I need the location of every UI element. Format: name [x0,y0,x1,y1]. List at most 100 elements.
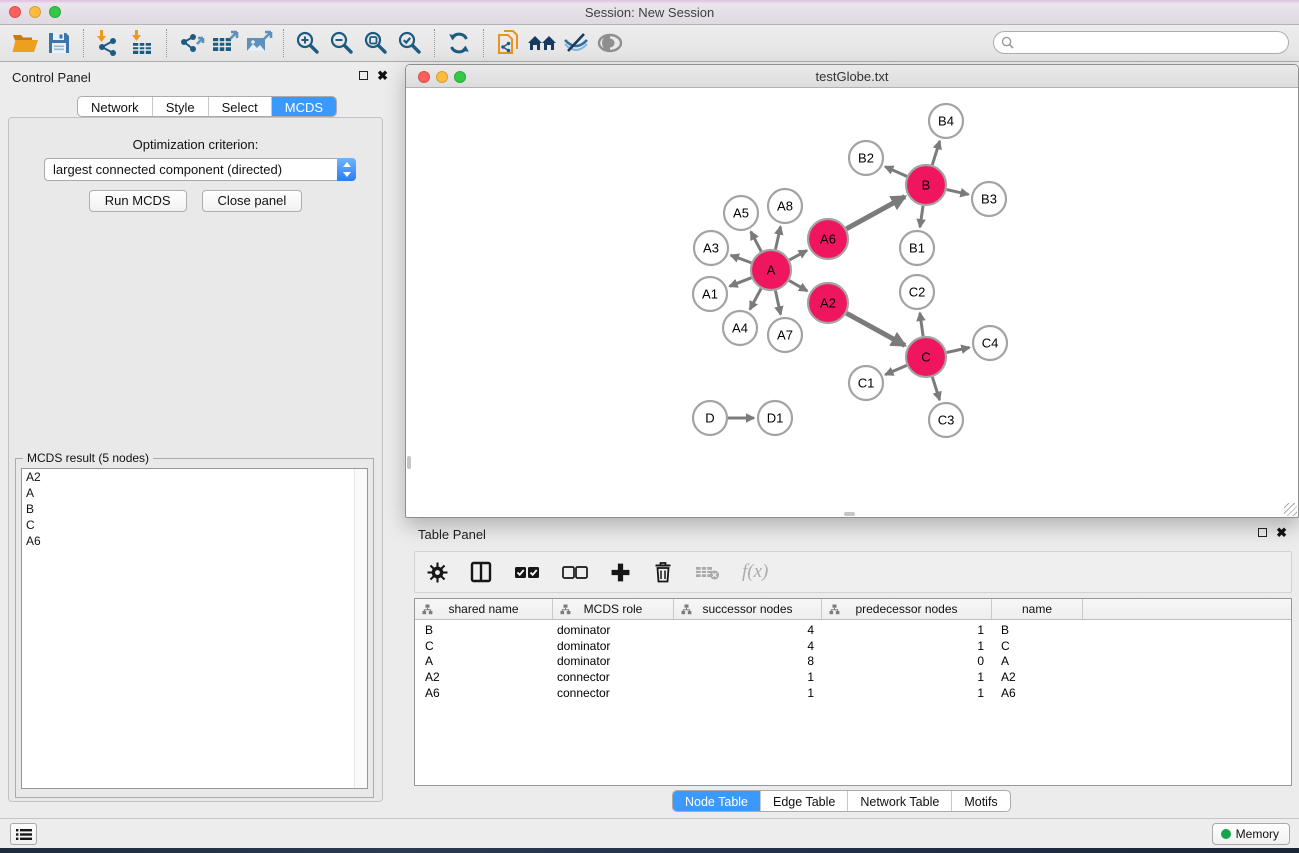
graph-node-A1[interactable]: A1 [693,277,727,311]
export-network-icon[interactable] [174,27,208,59]
graph-edge-A-A7[interactable] [775,291,780,315]
column-header-shared-name[interactable]: shared name [415,599,553,619]
mcds-result-item[interactable]: A [22,485,367,501]
graph-node-D1[interactable]: D1 [758,401,792,435]
graph-node-A6[interactable]: A6 [808,219,848,259]
graph-node-C4[interactable]: C4 [973,326,1007,360]
tab-node-table[interactable]: Node Table [673,791,760,811]
network-vertical-scrollbar[interactable] [407,456,411,469]
table-row[interactable]: A6connector11A6 [415,686,1291,702]
graph-node-B3[interactable]: B3 [972,182,1006,216]
graph-node-A3[interactable]: A3 [694,231,728,265]
tab-style[interactable]: Style [152,97,208,116]
task-history-button[interactable] [10,823,37,845]
new-network-from-selection-icon[interactable] [491,27,525,59]
tab-select[interactable]: Select [208,97,271,116]
tab-network[interactable]: Network [78,97,152,116]
graph-edge-A-A2[interactable] [789,281,807,291]
graph-node-A5[interactable]: A5 [724,196,758,230]
import-network-icon[interactable] [91,27,125,59]
float-panel-icon[interactable] [359,71,368,80]
tab-mcds[interactable]: MCDS [271,97,336,116]
graph-node-A2[interactable]: A2 [808,283,848,323]
graph-edge-C-C4[interactable] [947,347,970,352]
graph-edge-C-C2[interactable] [920,313,923,336]
graph-edge-A2-C[interactable] [846,313,905,345]
network-horizontal-scrollbar[interactable] [406,510,1298,517]
table-row[interactable]: A2connector11A2 [415,670,1291,686]
graph-node-C[interactable]: C [906,337,946,377]
network-hscroll-thumb[interactable] [844,512,855,516]
table-row[interactable]: Cdominator41C [415,639,1291,655]
graph-edge-B-B2[interactable] [885,167,907,177]
mcds-result-item[interactable]: A6 [22,533,367,549]
graph-edge-B-B4[interactable] [932,141,939,165]
graph-node-A[interactable]: A [751,250,791,290]
graph-edge-C-C3[interactable] [932,377,939,400]
refresh-layout-icon[interactable] [442,27,476,59]
column-header-mcds-role[interactable]: MCDS role [553,599,674,619]
search-field[interactable] [993,31,1289,54]
column-header-predecessor-nodes[interactable]: predecessor nodes [822,599,992,619]
graph-node-D[interactable]: D [693,401,727,435]
zoom-out-icon[interactable] [325,27,359,59]
graph-edge-A-A6[interactable] [789,250,806,260]
hide-graphics-details-icon[interactable] [559,27,593,59]
graph-node-B1[interactable]: B1 [900,231,934,265]
graph-edge-C-C1[interactable] [885,365,906,374]
network-view-window[interactable]: testGlobe.txt AA1A2A3A4A5A6A7A8BB1B2B3B4… [405,64,1299,518]
column-header-successor-nodes[interactable]: successor nodes [674,599,822,619]
graph-edge-A-A3[interactable] [731,255,752,263]
close-panel-button[interactable]: Close panel [202,190,303,212]
mcds-result-list[interactable]: A2ABCA6 [21,468,368,789]
tab-motifs[interactable]: Motifs [951,791,1009,811]
float-table-panel-icon[interactable] [1258,528,1267,537]
delete-columns-trash-icon[interactable] [653,559,673,585]
zoom-fit-icon[interactable] [359,27,393,59]
save-session-icon[interactable] [42,27,76,59]
export-image-icon[interactable] [242,27,276,59]
criterion-dropdown[interactable]: largest connected component (directed) [44,158,356,181]
mcds-result-item[interactable]: B [22,501,367,517]
graph-edge-A-A1[interactable] [730,278,752,287]
memory-button[interactable]: Memory [1212,823,1290,845]
graph-node-A4[interactable]: A4 [723,311,757,345]
mcds-result-item[interactable]: A2 [22,469,367,485]
graph-node-B2[interactable]: B2 [849,141,883,175]
graph-edge-A-A5[interactable] [751,232,761,252]
function-builder-icon[interactable]: f(x) [742,559,768,585]
open-file-icon[interactable] [8,27,42,59]
table-row[interactable]: Adominator80A [415,654,1291,670]
settings-gear-icon[interactable] [427,559,448,585]
graph-node-C2[interactable]: C2 [900,275,934,309]
delete-table-icon[interactable] [695,559,720,585]
select-all-columns-icon[interactable] [514,559,540,585]
zoom-in-icon[interactable] [291,27,325,59]
import-table-icon[interactable] [125,27,159,59]
graph-edge-B-B1[interactable] [920,206,923,227]
mcds-list-scrollbar[interactable] [354,469,367,788]
birdseye-view-icon[interactable] [593,27,627,59]
graph-node-A8[interactable]: A8 [768,189,802,223]
show-columns-icon[interactable] [470,559,492,585]
close-panel-icon[interactable]: ✖ [377,70,388,81]
dropdown-stepper-icon[interactable] [337,158,356,181]
mcds-result-item[interactable]: C [22,517,367,533]
graph-node-B4[interactable]: B4 [929,104,963,138]
create-column-icon[interactable] [610,559,631,585]
network-canvas[interactable]: AA1A2A3A4A5A6A7A8BB1B2B3B4CC1C2C3C4DD1 [406,88,1298,510]
tab-network-table[interactable]: Network Table [847,791,951,811]
unselect-all-columns-icon[interactable] [562,559,588,585]
table-row[interactable]: Bdominator41B [415,623,1291,639]
network-window-titlebar[interactable]: testGlobe.txt [406,65,1298,88]
tab-edge-table[interactable]: Edge Table [760,791,847,811]
home-pages-icon[interactable] [525,27,559,59]
graph-node-B[interactable]: B [906,165,946,205]
graph-edge-A-A8[interactable] [775,227,780,250]
graph-edge-A-A4[interactable] [750,289,761,310]
graph-edge-B-B3[interactable] [946,190,968,195]
column-header-name[interactable]: name [992,599,1083,619]
zoom-selected-icon[interactable] [393,27,427,59]
graph-node-C3[interactable]: C3 [929,403,963,437]
run-mcds-button[interactable]: Run MCDS [89,190,187,212]
